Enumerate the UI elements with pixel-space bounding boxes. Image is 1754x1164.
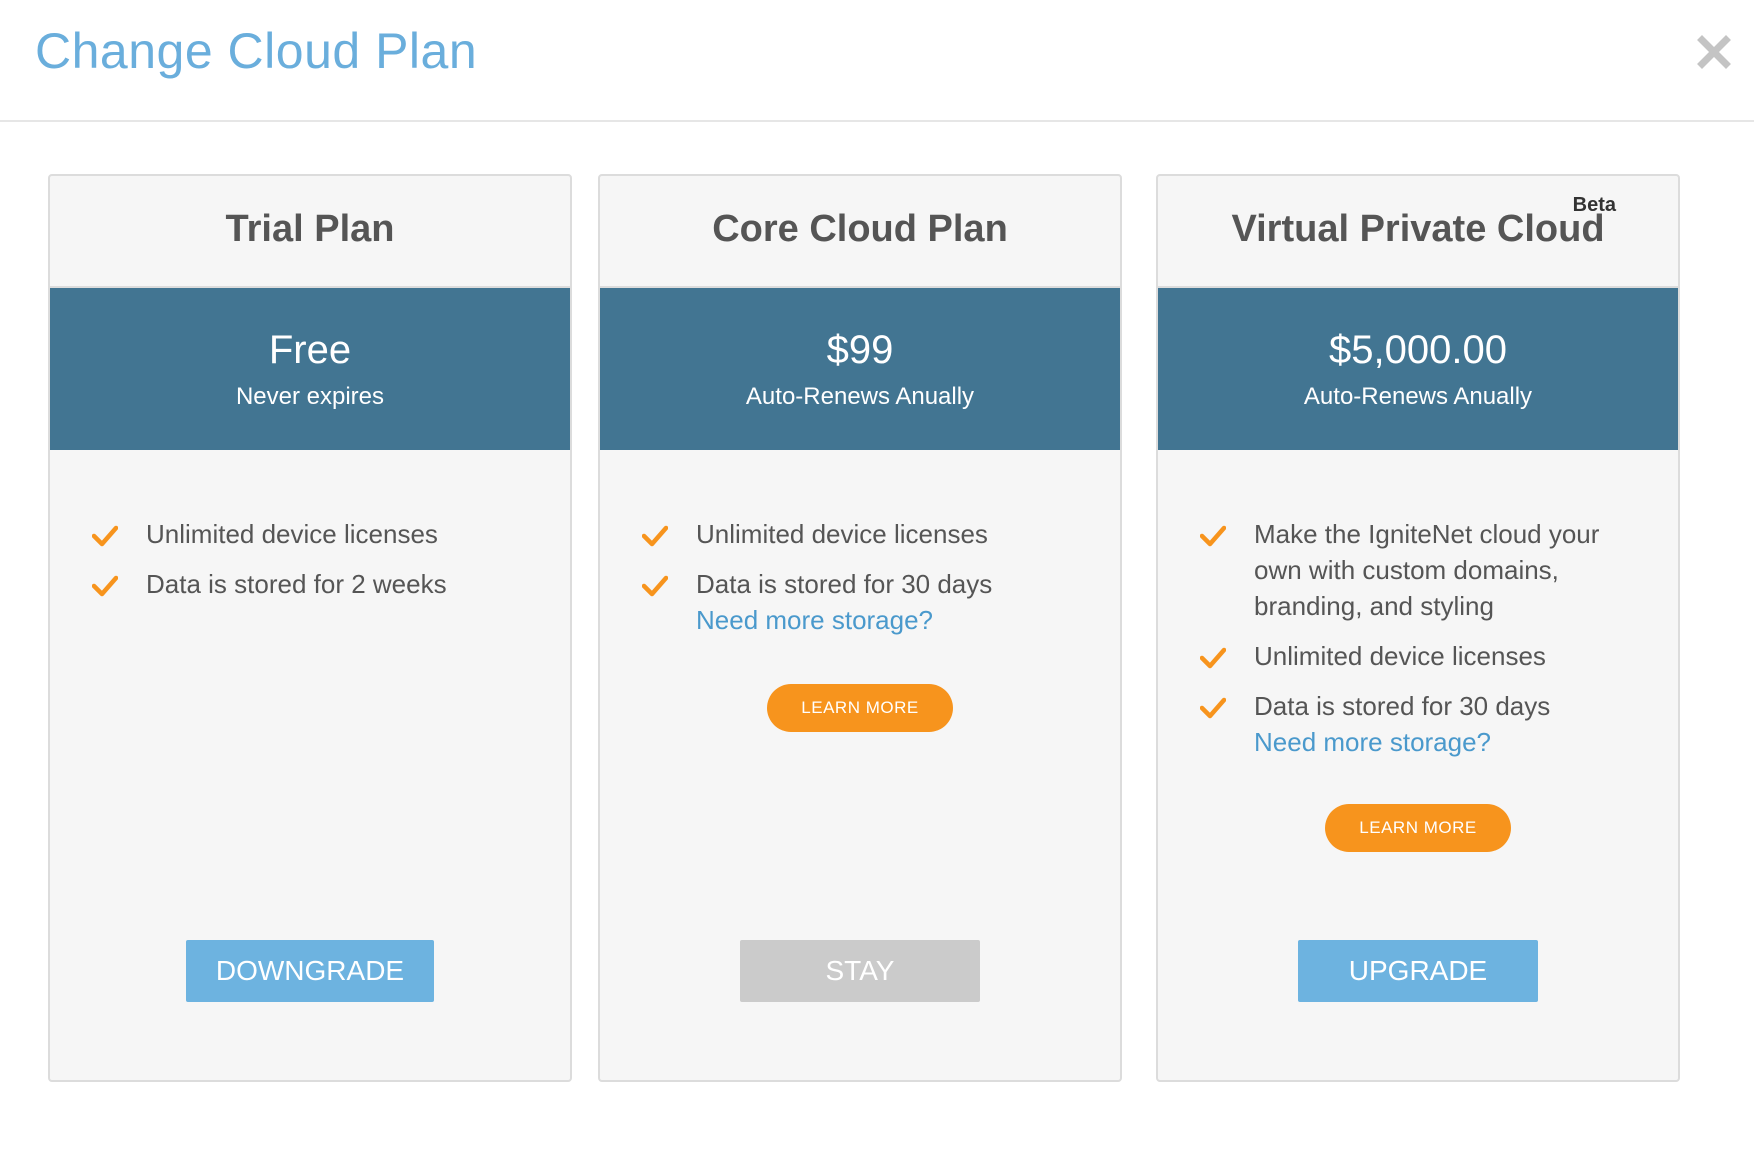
- feature-item: Data is stored for 30 days Need more sto…: [1158, 688, 1678, 760]
- checkmark-icon: [92, 575, 118, 597]
- feature-text: Data is stored for 30 days: [1254, 691, 1551, 721]
- modal-title: Change Cloud Plan: [35, 23, 478, 79]
- price-band: $5,000.00 Auto-Renews Anually: [1158, 288, 1678, 450]
- close-button[interactable]: [1692, 30, 1736, 74]
- feature-item: Unlimited device licenses: [50, 516, 570, 552]
- feature-list: Unlimited device licenses Data is stored…: [600, 516, 1120, 652]
- feature-item: Unlimited device licenses: [1158, 638, 1678, 674]
- plan-name-row: Trial Plan: [50, 176, 570, 288]
- feature-text: Data is stored for 30 days: [696, 569, 993, 599]
- plan-name-row: Core Cloud Plan: [600, 176, 1120, 288]
- plan-price: $5,000.00: [1329, 328, 1507, 372]
- learn-more-button[interactable]: LEARN MORE: [1325, 804, 1511, 852]
- plan-card-trial: Trial Plan Free Never expires Unlimited …: [48, 174, 572, 1082]
- plan-name-row: Virtual Private Cloud Beta: [1158, 176, 1678, 288]
- close-icon: [1697, 35, 1731, 69]
- need-more-storage-link[interactable]: Need more storage?: [696, 602, 1090, 638]
- plan-renewal: Auto-Renews Anually: [1303, 383, 1533, 410]
- price-band: $99 Auto-Renews Anually: [600, 288, 1120, 450]
- plan-card-core: Core Cloud Plan $99 Auto-Renews Anually …: [598, 174, 1122, 1082]
- plan-card-vpc: Virtual Private Cloud Beta $5,000.00 Aut…: [1156, 174, 1680, 1082]
- feature-text: Make the IgniteNet cloud your own with c…: [1254, 519, 1600, 621]
- feature-text: Unlimited device licenses: [1254, 641, 1546, 671]
- plan-price: Free: [268, 328, 352, 372]
- plan-name: Trial Plan: [225, 208, 395, 250]
- feature-item: Make the IgniteNet cloud your own with c…: [1158, 516, 1678, 624]
- plan-renewal: Auto-Renews Anually: [745, 383, 975, 410]
- feature-list: Unlimited device licenses Data is stored…: [50, 516, 570, 616]
- checkmark-icon: [1200, 697, 1226, 719]
- feature-text: Unlimited device licenses: [696, 519, 988, 549]
- feature-text: Unlimited device licenses: [146, 519, 438, 549]
- need-more-storage-link[interactable]: Need more storage?: [1254, 724, 1648, 760]
- feature-item: Data is stored for 30 days Need more sto…: [600, 566, 1120, 638]
- feature-list: Make the IgniteNet cloud your own with c…: [1158, 516, 1678, 774]
- feature-item: Data is stored for 2 weeks: [50, 566, 570, 602]
- upgrade-button[interactable]: UPGRADE: [1298, 940, 1538, 1002]
- modal-header: Change Cloud Plan: [0, 0, 1754, 122]
- feature-text: Data is stored for 2 weeks: [146, 569, 447, 599]
- checkmark-icon: [92, 525, 118, 547]
- learn-more-button[interactable]: LEARN MORE: [767, 684, 953, 732]
- checkmark-icon: [1200, 647, 1226, 669]
- checkmark-icon: [642, 525, 668, 547]
- checkmark-icon: [1200, 525, 1226, 547]
- plan-renewal: Never expires: [235, 383, 385, 410]
- plan-price: $99: [826, 328, 894, 372]
- price-band: Free Never expires: [50, 288, 570, 450]
- stay-button[interactable]: STAY: [740, 940, 980, 1002]
- plan-name: Core Cloud Plan: [712, 208, 1008, 250]
- downgrade-button[interactable]: DOWNGRADE: [186, 940, 434, 1002]
- feature-item: Unlimited device licenses: [600, 516, 1120, 552]
- checkmark-icon: [642, 575, 668, 597]
- beta-badge: Beta: [1572, 194, 1616, 216]
